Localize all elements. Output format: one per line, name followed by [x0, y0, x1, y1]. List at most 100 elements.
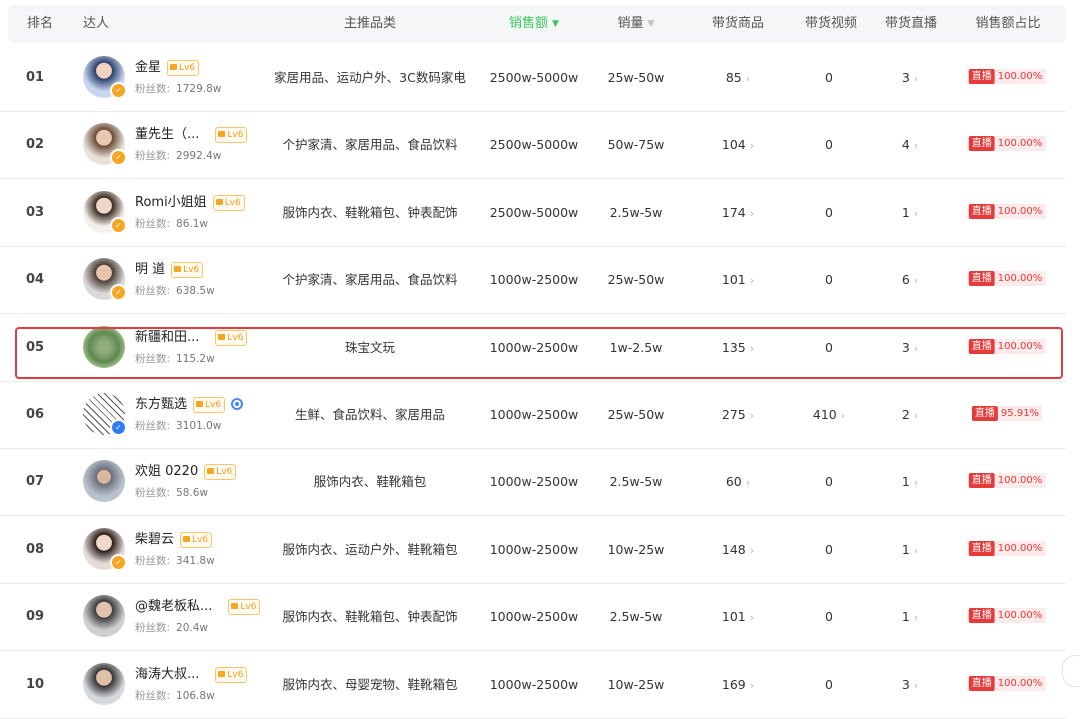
lives-count-link[interactable]: 6 › [902, 246, 918, 313]
products-count-link[interactable]: 104 › [722, 111, 754, 178]
fans-count: 2992.4w [176, 150, 222, 163]
share-percent: 100.00% [994, 136, 1046, 152]
main-category: 个护家清、家居用品、食品饮料 [282, 137, 458, 153]
live-tag: 直播 [968, 203, 995, 219]
table-row[interactable]: 08 ✓ 柴碧云 Lv6 粉丝数: 341.8w 服饰内衣、运动户外、鞋靴箱包 10… [0, 516, 1066, 584]
chevron-right-icon: › [749, 543, 755, 557]
fans-count: 341.8w [176, 554, 215, 567]
table-row[interactable]: 07 欢姐 0220 Lv6 粉丝数: 58.6w 服饰内衣、鞋靴箱包 1000w-… [0, 448, 1066, 517]
lives-count-link[interactable]: 2 › [902, 381, 918, 448]
header-influencer: 达人 [83, 16, 110, 31]
rank-number: 05 [26, 339, 45, 355]
products-count-link[interactable]: 101 › [722, 246, 754, 313]
share-percent: 100.00% [994, 203, 1046, 219]
influencer-name[interactable]: Romi小姐姐 [135, 195, 207, 210]
influencer-name[interactable]: 董先生（... [135, 127, 199, 142]
influencer-name[interactable]: 欢姐 0220 [135, 464, 198, 479]
table-row[interactable]: 04 ✓ 明 道 Lv6 粉丝数: 638.5w 个护家清、家居用品、食品饮料 10… [0, 246, 1066, 315]
lives-count-link[interactable]: 3 › [902, 44, 918, 111]
chevron-right-icon: › [913, 274, 919, 288]
chevron-right-icon: › [749, 678, 755, 692]
products-count-link[interactable]: 275 › [722, 381, 754, 448]
table-row[interactable]: 02 ✓ 董先生（... Lv6 粉丝数: 2992.4w 个护家清、家居用品、食品… [0, 111, 1066, 180]
avatar[interactable]: ✓ [83, 258, 127, 302]
lives-count-link[interactable]: 1 › [902, 179, 918, 246]
products-count-link[interactable]: 169 › [722, 651, 754, 718]
products-count-link[interactable]: 85 › [726, 44, 750, 111]
influencer-name[interactable]: @魏老板私... [135, 599, 212, 614]
videos-count: 0 [825, 137, 833, 153]
chevron-right-icon: › [913, 543, 919, 557]
products-count-link[interactable]: 135 › [722, 314, 754, 381]
avatar[interactable]: ✓ [83, 190, 127, 234]
avatar[interactable] [83, 662, 125, 705]
products-count-link[interactable]: 148 › [722, 516, 754, 583]
avatar[interactable]: ✓ [83, 393, 127, 436]
avatar[interactable] [83, 325, 125, 368]
lives-count-link[interactable]: 1 › [902, 448, 918, 515]
chevron-right-icon: › [749, 341, 755, 355]
rank-number: 08 [26, 541, 45, 557]
videos-count: 0 [825, 339, 833, 355]
lock-icon [196, 401, 204, 407]
videos-count[interactable]: 410 › [813, 381, 845, 448]
fans-label: 粉丝数: [135, 554, 171, 567]
fans-label: 粉丝数: [135, 622, 171, 635]
rank-number: 06 [26, 407, 45, 422]
fans-label: 粉丝数: [135, 487, 171, 500]
avatar[interactable]: ✓ [83, 527, 127, 571]
fans-count: 20.4w [176, 622, 209, 635]
sort-desc-icon: ▼ [552, 19, 559, 29]
header-sales-volume-label: 销量 [617, 16, 644, 31]
lives-count-link[interactable]: 1 › [902, 583, 918, 650]
products-count-link[interactable]: 174 › [722, 179, 754, 246]
rank-number: 09 [26, 609, 45, 625]
influencer-name[interactable]: 金星 [135, 60, 161, 75]
avatar[interactable]: ✓ [83, 56, 127, 99]
table-row[interactable]: 09 @魏老板私... Lv6 粉丝数: 20.4w 服饰内衣、鞋靴箱包、钟表配饰 … [0, 583, 1066, 652]
chevron-right-icon: › [913, 341, 919, 355]
products-count-link[interactable]: 60 › [726, 448, 750, 515]
header-sales-amount[interactable]: 销售额 ▼ [509, 5, 559, 43]
table-row[interactable]: 10 海涛大叔... Lv6 粉丝数: 106.8w 服饰内衣、母婴宠物、鞋靴箱包 … [0, 651, 1066, 719]
lives-count-link[interactable]: 4 › [902, 111, 918, 178]
avatar[interactable] [83, 460, 125, 503]
verified-badge-icon: ✓ [110, 216, 127, 234]
share-percent: 100.00% [994, 608, 1046, 624]
header-sales-volume[interactable]: 销量 ▼ [618, 5, 655, 43]
videos-count: 0 [825, 541, 833, 557]
fans-count: 106.8w [176, 689, 215, 702]
chevron-right-icon: › [749, 611, 755, 625]
influencer-name[interactable]: 东方甄选 [135, 397, 187, 412]
table-row[interactable]: 06 ✓ 东方甄选 Lv6 粉丝数: 3101.0w 生鲜、食品饮料、家居用品 10… [0, 381, 1066, 449]
sales-amount: 1000w-2500w [489, 676, 579, 692]
influencer-name[interactable]: 新疆和田... [135, 330, 199, 345]
live-tag: 直播 [968, 540, 995, 556]
verified-badge-icon: ✓ [110, 284, 127, 302]
lock-icon [183, 535, 191, 542]
live-tag: 直播 [968, 608, 995, 624]
influencer-name[interactable]: 明 道 [135, 262, 165, 277]
influencer-name[interactable]: 柴碧云 [135, 532, 174, 547]
lives-count-link[interactable]: 3 › [902, 651, 918, 718]
table-row[interactable]: 01 ✓ 金星 Lv6 粉丝数: 1729.8w 家居用品、运动户外、3C数码家电 … [0, 44, 1066, 112]
main-category: 家居用品、运动户外、3C数码家电 [274, 70, 466, 85]
avatar[interactable] [83, 595, 125, 638]
influencer-name[interactable]: 海涛大叔... [135, 667, 199, 682]
chevron-right-icon: › [913, 206, 919, 220]
floating-side-button[interactable] [1062, 655, 1080, 687]
products-count-link[interactable]: 101 › [722, 583, 754, 650]
level-badge: Lv6 [215, 329, 248, 346]
fans-label: 粉丝数: [135, 83, 171, 95]
sales-volume: 10w-25w [607, 541, 665, 557]
level-badge: Lv6 [215, 127, 248, 144]
sales-amount: 2500w-5000w [489, 137, 579, 153]
lives-count-link[interactable]: 1 › [902, 516, 918, 583]
table-row[interactable]: 03 ✓ Romi小姐姐 Lv6 粉丝数: 86.1w 服饰内衣、鞋靴箱包、钟表配饰… [0, 179, 1066, 247]
lives-count-link[interactable]: 3 › [902, 314, 918, 381]
fans-label: 粉丝数: [135, 420, 171, 432]
avatar[interactable]: ✓ [83, 123, 127, 167]
sales-share: 直播 95.91% [971, 381, 1043, 448]
rank-number: 03 [26, 204, 45, 220]
table-row[interactable]: 05 新疆和田... Lv6 粉丝数: 115.2w 珠宝文玩 1000w-2500… [0, 314, 1066, 382]
